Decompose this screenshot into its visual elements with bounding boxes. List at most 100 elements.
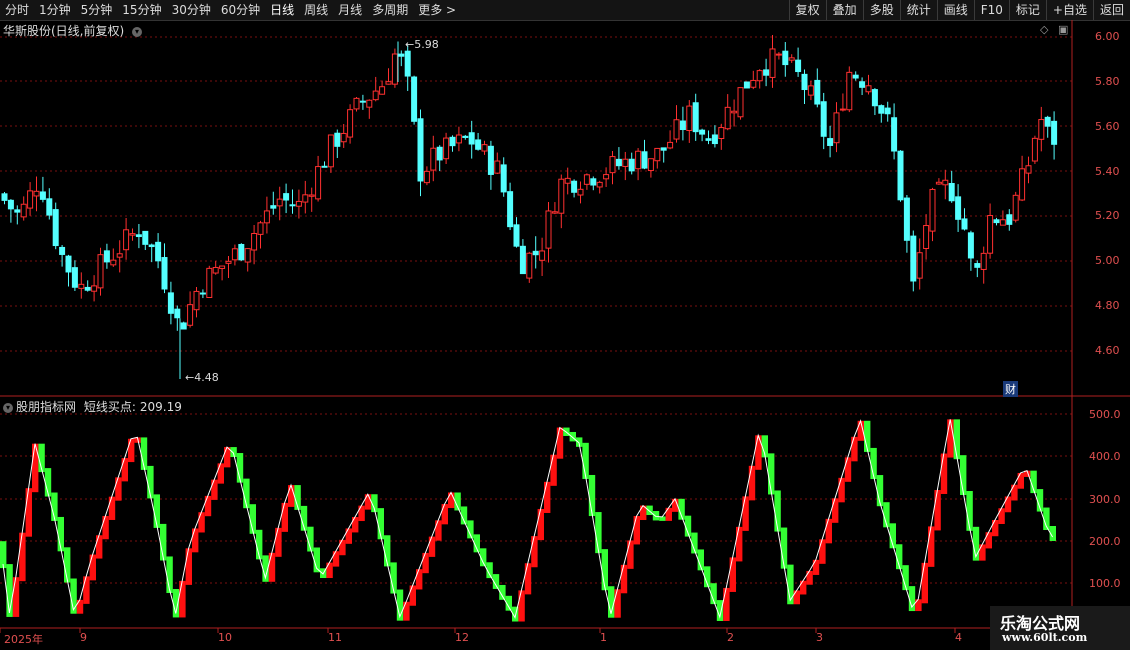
- x-tick-year: 2025年: [4, 633, 43, 646]
- candle-body: [833, 112, 840, 144]
- indicator-bar: [518, 590, 525, 622]
- candle-body: [391, 53, 398, 85]
- candle-body: [583, 174, 590, 185]
- indicator-bar: [345, 528, 352, 544]
- candle-body: [519, 245, 526, 275]
- indicator-bar: [25, 488, 32, 537]
- indicator-bar: [768, 453, 775, 495]
- candle-body: [231, 248, 238, 261]
- indicator-bar: [403, 601, 410, 621]
- candle-body: [891, 117, 898, 152]
- candle-body: [276, 198, 283, 207]
- indicator-bar: [742, 496, 749, 531]
- indicator-bar: [960, 455, 967, 495]
- y-tick-main: 5.60: [1095, 120, 1120, 133]
- y-tick-main: 5.80: [1095, 75, 1120, 88]
- indicator-bar: [19, 532, 26, 582]
- candle-body: [564, 177, 571, 184]
- candle-body: [814, 79, 821, 105]
- y-tick-indicator: 400.0: [1089, 450, 1121, 463]
- indicator-bar: [966, 490, 973, 531]
- axis-area: [1072, 20, 1130, 650]
- candle-body: [935, 181, 942, 185]
- candle-body: [1, 193, 8, 201]
- indicator-bar: [832, 498, 839, 523]
- candle-body: [942, 179, 949, 186]
- candle-body: [225, 260, 232, 264]
- candle-body: [884, 107, 891, 115]
- candle-body: [27, 190, 34, 209]
- chevron-down-icon[interactable]: ▾: [3, 402, 13, 413]
- candle-body: [71, 267, 78, 288]
- indicator-bar: [748, 465, 756, 501]
- candle-body: [654, 147, 661, 162]
- candle-body: [993, 219, 1000, 224]
- candle-body: [846, 71, 853, 111]
- candle-body: [385, 81, 392, 85]
- indicator-bar: [633, 516, 640, 545]
- candle-body: [609, 156, 616, 174]
- indicator-bars: [0, 419, 1056, 622]
- indicator-bar: [953, 419, 960, 460]
- candle-body: [852, 74, 859, 79]
- candle-body: [340, 132, 347, 143]
- candle-body: [180, 322, 187, 330]
- candle-body: [865, 85, 872, 93]
- candle-body: [590, 178, 597, 186]
- candle-body: [724, 106, 731, 130]
- candle-body: [795, 59, 802, 73]
- indicator-bar: [32, 443, 39, 493]
- candle-body: [20, 203, 27, 218]
- diamond-icon[interactable]: ◇: [1040, 23, 1048, 36]
- candle-body: [532, 250, 539, 256]
- candle-body: [731, 110, 738, 114]
- indicator-bar: [544, 481, 551, 513]
- window-icon[interactable]: ▣: [1058, 23, 1068, 36]
- candle-body: [711, 134, 718, 145]
- indicator-bar: [211, 479, 218, 500]
- indicator-bar: [102, 515, 109, 540]
- chart-title: 华斯股份(日线,前复权) ▾: [3, 22, 143, 39]
- y-tick-main: 5.00: [1095, 254, 1120, 267]
- kline-chart[interactable]: [0, 0, 1130, 650]
- x-tick-month: 4: [955, 631, 962, 644]
- indicator-title: ▾ 股朋指标网 短线买点: 209.19: [3, 398, 182, 415]
- indicator-bar: [825, 518, 832, 544]
- candle-body: [596, 181, 603, 188]
- candle-body: [366, 99, 373, 108]
- indicator-bar: [652, 511, 660, 521]
- candle-body: [820, 101, 827, 137]
- candle-body: [1012, 194, 1019, 221]
- indicator-bar: [339, 539, 346, 556]
- chevron-down-icon[interactable]: ▾: [132, 26, 143, 37]
- indicator-bar: [275, 527, 282, 557]
- candle-body: [142, 230, 149, 245]
- y-tick-main: 4.80: [1095, 299, 1120, 312]
- candle-body: [769, 48, 776, 78]
- indicator-bar: [537, 508, 544, 541]
- candle-body: [980, 252, 987, 270]
- candle-body: [449, 136, 456, 147]
- indicator-bar: [268, 552, 276, 582]
- finance-badge[interactable]: 财: [1003, 381, 1018, 397]
- candle-body: [46, 198, 53, 216]
- candle-body: [468, 132, 475, 145]
- candle-body: [987, 215, 994, 254]
- candle-body: [148, 244, 155, 248]
- indicator-bar: [1011, 484, 1018, 501]
- candle-body: [270, 205, 277, 209]
- candle-body: [526, 252, 533, 279]
- indicator-bar: [96, 535, 103, 559]
- indicator-bar: [819, 539, 826, 564]
- indicator-bar: [204, 495, 212, 517]
- x-tick-month: 12: [455, 631, 469, 644]
- candle-body: [827, 138, 834, 146]
- indicator-bar: [224, 447, 231, 468]
- candle-body: [430, 147, 437, 171]
- x-tick-month: 2: [727, 631, 734, 644]
- candle-body: [155, 241, 162, 262]
- candle-body: [353, 97, 360, 110]
- candle-body: [974, 263, 981, 268]
- candle-body: [481, 144, 488, 152]
- candle-body: [955, 196, 962, 220]
